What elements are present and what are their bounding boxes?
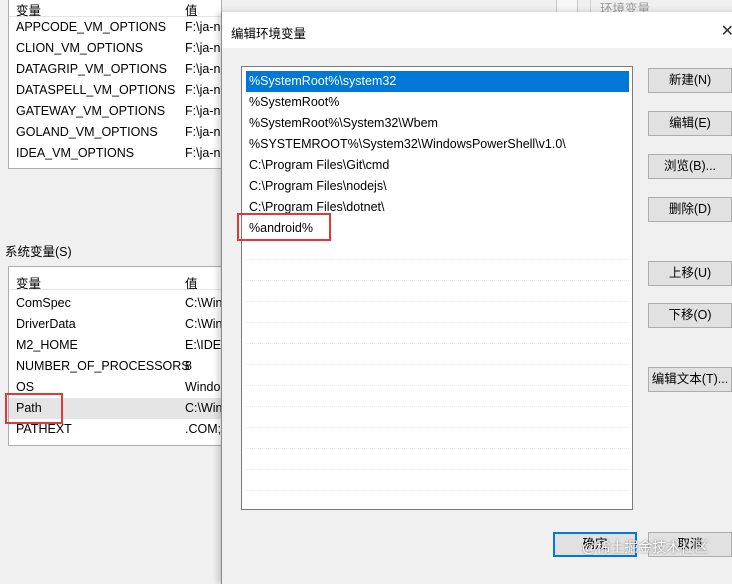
delete-button[interactable]: 删除(D) (648, 197, 732, 222)
var-value: C:\Win (185, 296, 222, 310)
watermark: @稀土掘金技术社区 (582, 539, 709, 555)
var-value: F:\ja-n (185, 41, 221, 55)
sys-var-row[interactable]: NUMBER_OF_PROCESSORS 8 (9, 356, 221, 377)
var-value: F:\ja-n (185, 146, 221, 160)
var-name: NUMBER_OF_PROCESSORS (16, 359, 190, 373)
path-entry-selected[interactable]: %SystemRoot%\system32 (246, 71, 629, 92)
column-header-variable[interactable]: 变量 (16, 273, 41, 292)
empty-row (246, 281, 629, 302)
user-var-row[interactable]: APPCODE_VM_OPTIONS F:\ja-n (9, 17, 221, 38)
var-value: F:\ja-n (185, 125, 221, 139)
var-value: 8 (185, 359, 192, 373)
new-button[interactable]: 新建(N) (648, 68, 732, 93)
edit-button[interactable]: 编辑(E) (648, 111, 732, 136)
user-var-row[interactable]: DATAGRIP_VM_OPTIONS F:\ja-n (9, 59, 221, 80)
empty-row (246, 239, 629, 260)
browse-button[interactable]: 浏览(B)... (648, 154, 732, 179)
dialog-title: 编辑环境变量 (231, 27, 307, 41)
var-value: E:\IDE (185, 338, 222, 352)
close-icon[interactable]: ✕ (721, 21, 732, 41)
user-var-row[interactable]: CLION_VM_OPTIONS F:\ja-n (9, 38, 221, 59)
user-var-row[interactable]: IDEA_VM_OPTIONS F:\ja-n (9, 143, 221, 164)
empty-row (246, 323, 629, 344)
edit-env-var-dialog: 编辑环境变量 ✕ %SystemRoot%\system32 %SystemRo… (221, 12, 732, 584)
path-entry[interactable]: %SYSTEMROOT%\System32\WindowsPowerShell\… (246, 134, 629, 155)
var-value: Windo (185, 380, 221, 394)
var-name: M2_HOME (16, 338, 78, 352)
empty-row (246, 386, 629, 407)
path-entry[interactable]: C:\Program Files\nodejs\ (246, 176, 629, 197)
empty-row (246, 428, 629, 449)
var-value: C:\Win (185, 317, 222, 331)
var-value: .COM; (185, 422, 222, 436)
var-name: DriverData (16, 317, 76, 331)
edit-text-button[interactable]: 编辑文本(T)... (648, 367, 732, 392)
var-value: F:\ja-n (185, 20, 221, 34)
var-value: C:\Win (185, 401, 222, 415)
var-value: F:\ja-n (185, 83, 221, 97)
empty-row (246, 302, 629, 323)
path-entries-list[interactable]: %SystemRoot%\system32 %SystemRoot% %Syst… (241, 66, 633, 510)
path-entry[interactable]: %SystemRoot% (246, 92, 629, 113)
empty-row (246, 260, 629, 281)
var-value: F:\ja-n (185, 104, 221, 118)
move-down-button[interactable]: 下移(O) (648, 303, 732, 328)
sys-var-row[interactable]: ComSpec C:\Win (9, 293, 221, 314)
move-up-button[interactable]: 上移(U) (648, 261, 732, 286)
dialog-titlebar[interactable]: 编辑环境变量 ✕ (222, 12, 732, 48)
var-name: APPCODE_VM_OPTIONS (16, 20, 167, 34)
user-var-row[interactable]: GATEWAY_VM_OPTIONS F:\ja-n (9, 101, 221, 122)
sys-var-row[interactable]: M2_HOME E:\IDE (9, 335, 221, 356)
empty-row (246, 449, 629, 470)
user-variables-list[interactable]: 变量 值 APPCODE_VM_OPTIONS F:\ja-n CLION_VM… (8, 0, 222, 169)
android-highlight-box (237, 213, 331, 241)
var-name: GATEWAY_VM_OPTIONS (16, 104, 166, 118)
var-name: GOLAND_VM_OPTIONS (16, 125, 158, 139)
column-header-value[interactable]: 值 (185, 273, 198, 292)
system-variables-label: 系统变量(S) (5, 245, 72, 259)
var-name: DATASPELL_VM_OPTIONS (16, 83, 176, 97)
var-name: IDEA_VM_OPTIONS (16, 146, 135, 160)
path-entry[interactable]: %SystemRoot%\System32\Wbem (246, 113, 629, 134)
var-name: CLION_VM_OPTIONS (16, 41, 144, 55)
user-var-row[interactable]: DATASPELL_VM_OPTIONS F:\ja-n (9, 80, 221, 101)
var-name: DATAGRIP_VM_OPTIONS (16, 62, 167, 76)
empty-row (246, 365, 629, 386)
user-var-row[interactable]: GOLAND_VM_OPTIONS F:\ja-n (9, 122, 221, 143)
empty-row (246, 407, 629, 428)
var-name: ComSpec (16, 296, 71, 310)
path-entry[interactable]: C:\Program Files\Git\cmd (246, 155, 629, 176)
sys-var-row[interactable]: DriverData C:\Win (9, 314, 221, 335)
empty-row (246, 344, 629, 365)
empty-row (246, 470, 629, 491)
var-value: F:\ja-n (185, 62, 221, 76)
user-vars-header: 变量 值 (9, 0, 221, 18)
path-highlight-box (5, 393, 63, 424)
sys-vars-header: 变量 值 (9, 267, 221, 292)
